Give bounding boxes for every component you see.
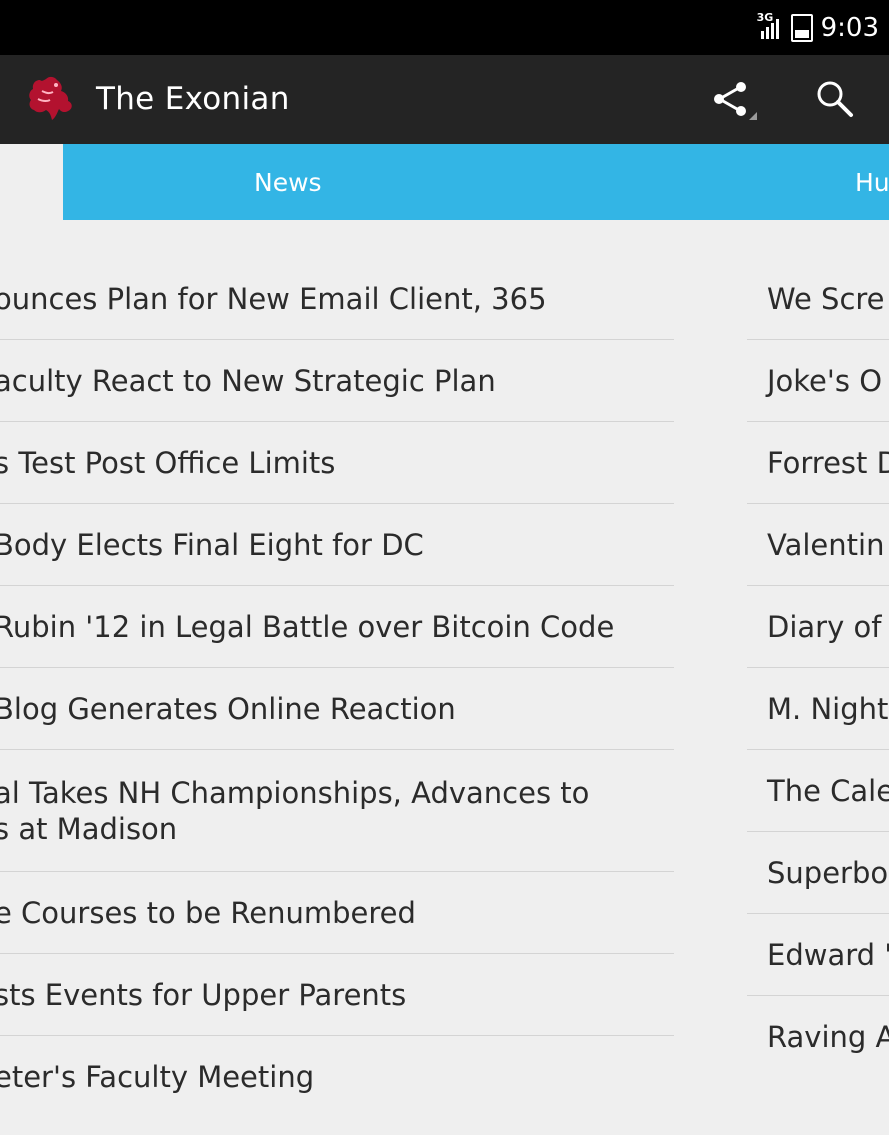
action-bar: The Exonian	[0, 55, 889, 144]
status-time: 9:03	[820, 12, 879, 43]
news-list-item[interactable]: Blog Generates Online Reaction	[0, 668, 674, 750]
humor-item-title: We Scre	[767, 281, 885, 316]
news-list-item[interactable]: sts Events for Upper Parents	[0, 954, 674, 1036]
humor-item-title: Valentin	[767, 527, 885, 562]
humor-item-title: Forrest D	[767, 445, 889, 480]
status-icons: 3G 9:03	[757, 10, 879, 45]
news-item-title: Blog Generates Online Reaction	[0, 691, 456, 726]
humor-list-item[interactable]: M. Night	[747, 668, 889, 750]
news-item-title: eter's Faculty Meeting	[0, 1060, 315, 1094]
app-logo-icon	[26, 75, 74, 123]
humor-item-title: Raving A	[767, 1020, 889, 1054]
humor-list-item[interactable]: Diary of	[747, 586, 889, 668]
news-list-item[interactable]: s Test Post Office Limits	[0, 422, 674, 504]
humor-item-title: Superbo	[767, 855, 889, 890]
humor-list-item[interactable]: Superbo	[747, 832, 889, 914]
news-list-item[interactable]: Rubin '12 in Legal Battle over Bitcoin C…	[0, 586, 674, 668]
news-list-item[interactable]: eter's Faculty Meeting	[0, 1036, 674, 1118]
search-icon	[817, 81, 853, 117]
news-list-item[interactable]: al Takes NH Championships, Advances to s…	[0, 750, 674, 872]
humor-list-item[interactable]: Edward '	[747, 914, 889, 996]
share-button[interactable]	[705, 72, 759, 126]
humor-item-title: The Cale	[767, 773, 889, 808]
status-bar: 3G 9:03	[0, 0, 889, 55]
news-item-title: Body Elects Final Eight for DC	[0, 527, 424, 562]
lion-icon	[29, 76, 72, 120]
humor-list-item[interactable]: The Cale	[747, 750, 889, 832]
news-list-item[interactable]: aculty React to New Strategic Plan	[0, 340, 674, 422]
news-item-title: Rubin '12 in Legal Battle over Bitcoin C…	[0, 609, 615, 644]
news-list-item[interactable]: e Courses to be Renumbered	[0, 872, 674, 954]
news-item-title: aculty React to New Strategic Plan	[0, 363, 496, 398]
tab-bar: News Hu	[63, 144, 889, 220]
battery-icon	[790, 13, 813, 42]
news-list-item[interactable]: Body Elects Final Eight for DC	[0, 504, 674, 586]
humor-item-title: Joke's O	[767, 363, 883, 398]
tab-humor[interactable]: Hu	[855, 168, 889, 197]
news-item-title: al Takes NH Championships, Advances to s…	[0, 775, 590, 846]
news-list-item[interactable]: ounces Plan for New Email Client, 365	[0, 258, 674, 340]
app-title: The Exonian	[96, 81, 290, 117]
humor-list-item[interactable]: Valentin	[747, 504, 889, 586]
humor-list-item[interactable]: Forrest D	[747, 422, 889, 504]
search-button[interactable]	[808, 72, 862, 126]
humor-list-item[interactable]: We Scre	[747, 258, 889, 340]
humor-list-item[interactable]: Raving A	[747, 996, 889, 1078]
share-icon	[714, 82, 757, 120]
signal-icon: 3G	[757, 12, 783, 41]
news-item-title: e Courses to be Renumbered	[0, 895, 416, 930]
tab-news[interactable]: News	[254, 168, 322, 197]
humor-item-title: M. Night	[767, 691, 889, 726]
humor-item-title: Diary of	[767, 609, 882, 644]
news-item-title: ounces Plan for New Email Client, 365	[0, 281, 547, 316]
news-item-title: s Test Post Office Limits	[0, 445, 336, 480]
humor-list-item[interactable]: Joke's O	[747, 340, 889, 422]
news-item-title: sts Events for Upper Parents	[0, 977, 407, 1012]
signal-bars-icon	[760, 18, 779, 39]
humor-item-title: Edward '	[767, 937, 889, 972]
